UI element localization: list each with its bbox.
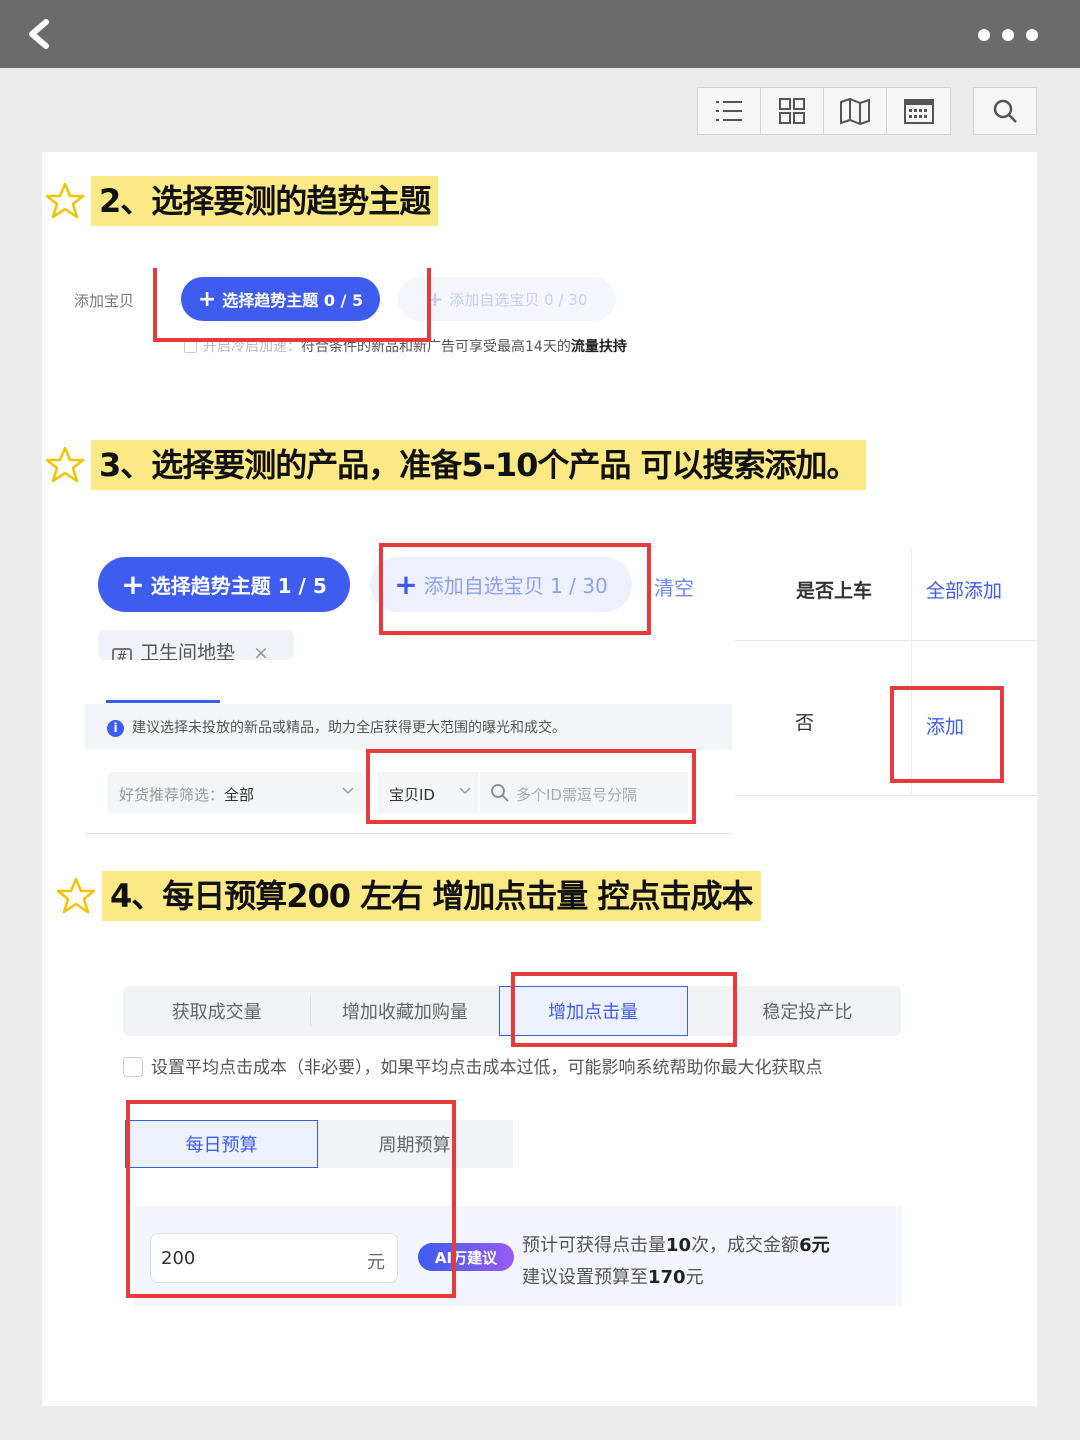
theme-tag: # 卫生间地垫 ×: [98, 630, 294, 660]
cold-start-checkbox[interactable]: [184, 340, 197, 353]
star-icon: [45, 182, 85, 219]
select-theme-label: 选择趋势主题 0 / 5: [222, 291, 364, 310]
search-placeholder: 多个ID需逗号分隔: [516, 786, 637, 804]
estimate-prefix: 预计可获得点击量: [522, 1235, 666, 1256]
search-icon: [491, 784, 509, 802]
cold-start-bold: 流量扶持: [570, 339, 627, 355]
suggest-text: 建议设置预算至170元: [522, 1263, 704, 1289]
map-view-icon: [840, 97, 870, 125]
chevron-left-icon[interactable]: [20, 14, 60, 54]
add-link[interactable]: 添加: [926, 712, 964, 739]
search-icon: [993, 99, 1017, 123]
plus-icon: +: [426, 287, 444, 311]
calendar-view-button[interactable]: [887, 88, 950, 134]
add-item-label: 添加宝贝: [74, 292, 135, 310]
listed-column-header: 是否上车: [796, 580, 873, 602]
estimate-mid: 次，成交金额: [691, 1235, 800, 1256]
clear-link[interactable]: 清空: [654, 572, 694, 601]
chevron-down-icon: [459, 787, 471, 795]
list-view-button[interactable]: [698, 88, 761, 134]
avg-cost-checkbox[interactable]: [123, 1057, 143, 1077]
info-banner: i 建议选择未投放的新品或精品，助力全店获得更大范围的曝光和成交。: [85, 704, 732, 750]
add-all-link[interactable]: 全部添加: [926, 576, 1002, 603]
divider: [735, 795, 1037, 796]
ai-suggestion-badge: AI万建议: [418, 1243, 514, 1271]
add-custom-item-button[interactable]: + 添加自选宝贝 1 / 30: [370, 557, 632, 612]
chevron-down-icon: [342, 787, 354, 795]
budget-type-tabs: 每日预算 周期预算: [125, 1120, 513, 1168]
step3-title: 3、选择要测的产品，准备5-10个产品 可以搜索添加。: [91, 440, 866, 490]
daily-budget-input[interactable]: 200 元: [150, 1233, 398, 1283]
plus-icon: +: [394, 568, 418, 601]
tab-indicator: [106, 700, 220, 703]
cold-start-text: 符合条件的新品和新广告可享受最高14天的: [301, 339, 571, 355]
listed-value: 否: [795, 712, 815, 734]
budget-value: 200: [161, 1248, 196, 1269]
divider: [735, 640, 1037, 641]
goal-tab-favorites[interactable]: 增加收藏加购量: [311, 986, 498, 1036]
step2-title: 2、选择要测的趋势主题: [91, 176, 439, 226]
view-toolbar: [697, 87, 951, 135]
info-text: 建议选择未投放的新品或精品，助力全店获得更大范围的曝光和成交。: [132, 720, 566, 736]
estimate-text: 预计可获得点击量10次，成交金额6元: [522, 1231, 830, 1257]
grid-view-button[interactable]: [761, 88, 824, 134]
goal-tab-roi[interactable]: 稳定投产比: [714, 986, 901, 1036]
top-bar: [0, 0, 1080, 68]
search-button[interactable]: [973, 87, 1037, 135]
estimate-amount: 6元: [799, 1235, 830, 1256]
cold-start-note: 开启冷启加速：符合条件的新品和新广告可享受最高14天的流量扶持: [184, 336, 627, 356]
recommend-filter[interactable]: 好货推荐筛选：全部: [107, 772, 364, 814]
id-type-select[interactable]: 宝贝ID: [377, 772, 479, 814]
theme-tag-label: 卫生间地垫: [140, 642, 236, 660]
add-custom-item-label: 添加自选宝贝 0 / 30: [449, 290, 588, 309]
step4-title: 4、每日预算200 左右 增加点击量 控点击成本: [102, 871, 761, 921]
avg-cost-label: 设置平均点击成本（非必要），如果平均点击成本过低，可能影响系统帮助你最大化获取点: [151, 1058, 823, 1078]
tab-daily-budget[interactable]: 每日预算: [125, 1120, 318, 1168]
goal-tabs: 获取成交量 增加收藏加购量 增加点击量 稳定投产比: [123, 986, 901, 1036]
grid-view-icon: [779, 98, 805, 124]
avg-cost-option: 设置平均点击成本（非必要），如果平均点击成本过低，可能影响系统帮助你最大化获取点: [123, 1053, 901, 1078]
close-icon[interactable]: ×: [253, 642, 269, 660]
plus-icon: +: [197, 286, 217, 312]
add-custom-item-label: 添加自选宝贝 1 / 30: [423, 574, 608, 598]
filter-label: 好货推荐筛选：: [119, 786, 225, 804]
estimate-clicks: 10: [666, 1235, 692, 1256]
id-type-label: 宝贝ID: [389, 786, 435, 804]
hashtag-icon: #: [112, 648, 132, 660]
more-dots-icon[interactable]: [976, 24, 1040, 46]
divider: [85, 833, 732, 834]
filter-value: 全部: [224, 786, 255, 804]
goal-tab-conversions[interactable]: 获取成交量: [123, 986, 310, 1036]
budget-unit: 元: [367, 1252, 385, 1273]
calendar-view-icon: [903, 99, 934, 124]
item-id-search-input[interactable]: 多个ID需逗号分隔: [480, 772, 688, 814]
add-custom-item-button[interactable]: + 添加自选宝贝 0 / 30: [398, 277, 616, 321]
tab-period-budget[interactable]: 周期预算: [318, 1120, 511, 1168]
list-view-icon: [716, 101, 742, 121]
select-theme-button[interactable]: + 选择趋势主题 1 / 5: [98, 557, 350, 612]
suggest-prefix: 建议设置预算至: [522, 1267, 648, 1288]
column-divider: [911, 548, 912, 795]
star-icon: [56, 877, 96, 914]
suggest-value: 170: [648, 1267, 686, 1288]
suggest-unit: 元: [685, 1267, 704, 1288]
plus-icon: +: [121, 568, 145, 601]
select-theme-label: 选择趋势主题 1 / 5: [150, 574, 327, 598]
info-icon: i: [107, 720, 124, 737]
select-theme-button[interactable]: + 选择趋势主题 0 / 5: [181, 277, 380, 321]
star-icon: [45, 446, 85, 483]
cold-start-faded: 开启冷启加速：: [203, 339, 301, 355]
goal-tab-clicks[interactable]: 增加点击量: [498, 986, 688, 1036]
map-view-button[interactable]: [824, 88, 887, 134]
